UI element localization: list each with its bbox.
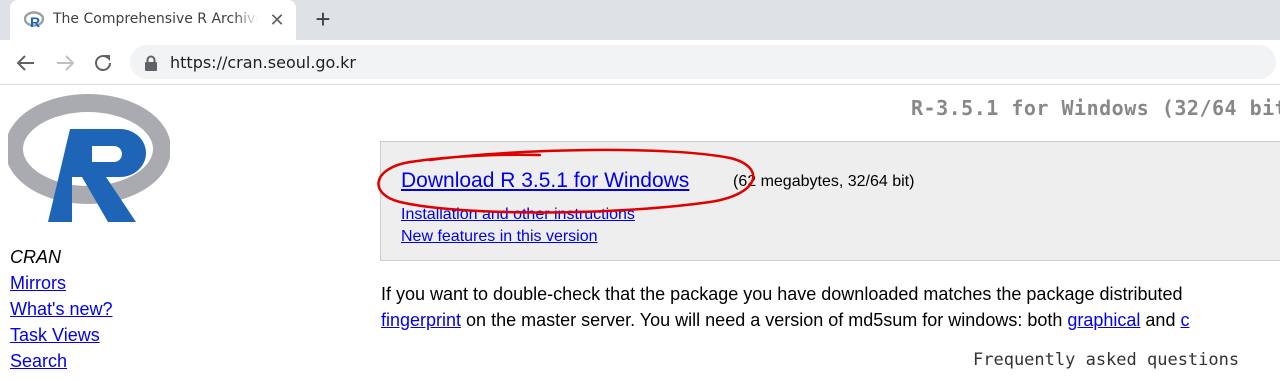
faq-heading: Frequently asked questions xyxy=(973,350,1240,370)
browser-toolbar: https://cran.seoul.go.kr xyxy=(0,40,1280,85)
r-logo xyxy=(8,94,170,222)
new-features-link[interactable]: New features in this version xyxy=(401,228,598,246)
download-box: Download R 3.5.1 for Windows (62 megabyt… xyxy=(380,141,1280,261)
md5-paragraph-and: and xyxy=(1140,310,1181,330)
sidebar-link-whats-new[interactable]: What's new? xyxy=(10,299,112,320)
forward-arrow-icon[interactable] xyxy=(53,51,77,75)
md5-paragraph-text: on the master server. You will need a ve… xyxy=(461,310,1068,330)
sidebar-link-search[interactable]: Search xyxy=(10,351,67,372)
tab-close-icon[interactable]: ✕ xyxy=(267,10,287,30)
command-line-link[interactable]: c xyxy=(1180,310,1189,330)
svg-text:R: R xyxy=(30,14,40,30)
reload-icon[interactable] xyxy=(91,51,115,75)
download-r-link[interactable]: Download R 3.5.1 for Windows xyxy=(401,169,689,193)
new-tab-button[interactable]: + xyxy=(309,6,337,34)
lock-icon xyxy=(145,55,157,71)
md5-paragraph-line2: fingerprint on the master server. You wi… xyxy=(381,310,1189,331)
installation-instructions-link[interactable]: Installation and other instructions xyxy=(401,206,635,224)
browser-tab[interactable]: R The Comprehensive R Archive Network ✕ xyxy=(10,0,296,40)
sidebar-link-mirrors[interactable]: Mirrors xyxy=(10,273,66,294)
tab-title: The Comprehensive R Archive Network xyxy=(53,11,258,27)
back-arrow-icon[interactable] xyxy=(14,51,38,75)
tab-strip: R The Comprehensive R Archive Network ✕ … xyxy=(0,0,1280,40)
page-content: CRAN Mirrors What's new? Task Views Sear… xyxy=(0,86,1280,381)
fingerprint-link[interactable]: fingerprint xyxy=(381,310,461,330)
download-size-text: (62 megabytes, 32/64 bit) xyxy=(733,173,915,190)
url-text[interactable]: https://cran.seoul.go.kr xyxy=(170,53,356,72)
sidebar-heading: CRAN xyxy=(10,247,62,267)
page-title: R-3.5.1 for Windows (32/64 bit) xyxy=(911,96,1280,120)
sidebar-link-task-views[interactable]: Task Views xyxy=(10,325,100,346)
md5-paragraph-line1: If you want to double-check that the pac… xyxy=(381,284,1183,304)
graphical-link[interactable]: graphical xyxy=(1067,310,1140,330)
address-bar[interactable]: https://cran.seoul.go.kr xyxy=(130,45,1276,79)
r-favicon-icon: R xyxy=(24,11,44,30)
